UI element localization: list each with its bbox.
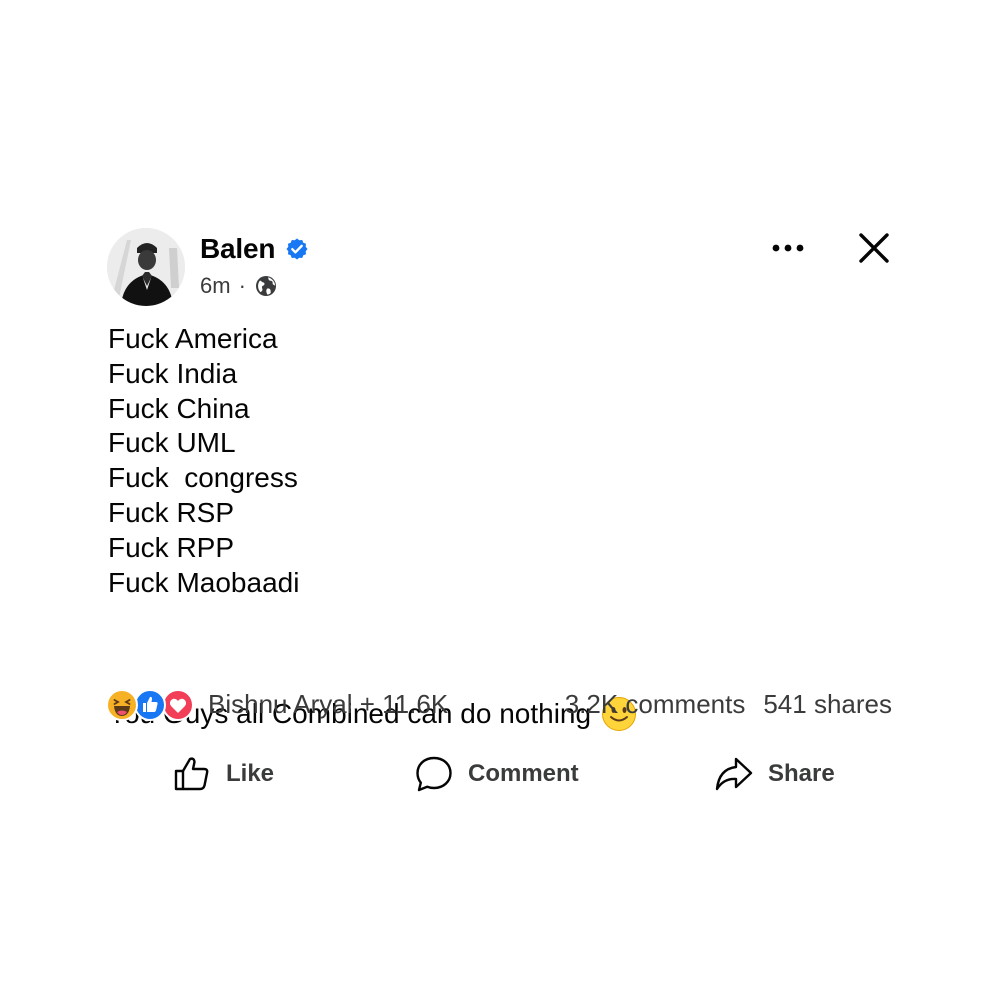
share-button[interactable]: Share (714, 750, 835, 798)
author-avatar[interactable] (107, 228, 185, 306)
engagement-counts: 3.2K comments 541 shares (565, 689, 892, 720)
post-actions: Like Comment Share (0, 750, 1000, 798)
post-line: Fuck Maobaadi (108, 566, 300, 598)
comment-button[interactable]: Comment (414, 750, 579, 798)
reaction-summary[interactable]: Bishnu Aryal + 11.6K (208, 689, 448, 720)
share-icon (714, 754, 754, 794)
verified-badge-icon (285, 237, 309, 261)
comment-icon (414, 754, 454, 794)
meta-separator: · (238, 273, 246, 298)
author-header: Balen (200, 233, 309, 265)
post-line: Fuck America (108, 323, 278, 354)
post-line: Fuck India (108, 357, 238, 389)
avatar-image (107, 228, 185, 306)
post-meta: 6m · (200, 273, 278, 299)
post-line: Fuck RSP (108, 496, 235, 528)
thumbs-up-icon (172, 754, 212, 794)
post-line: Fuck RPP (108, 531, 235, 563)
haha-reaction-icon (106, 689, 138, 721)
comments-count[interactable]: 3.2K comments (565, 689, 746, 720)
author-name[interactable]: Balen (200, 233, 275, 265)
reactions-row: Bishnu Aryal + 11.6K 3.2K comments 541 s… (106, 684, 892, 724)
post-text: Fuck America Fuck India Fuck China Fuck … (108, 322, 908, 600)
globe-icon (254, 274, 278, 298)
like-button[interactable]: Like (172, 750, 274, 798)
like-label: Like (226, 760, 275, 787)
post-line: Fuck UML (108, 427, 236, 459)
more-options-icon[interactable] (770, 236, 806, 260)
close-icon[interactable] (856, 230, 892, 266)
reaction-icons[interactable] (106, 687, 202, 721)
like-reaction-icon (134, 689, 166, 721)
post-timestamp[interactable]: 6m (200, 273, 231, 299)
love-reaction-icon (162, 689, 194, 721)
post-line: Fuck China (108, 392, 250, 424)
comment-label: Comment (468, 760, 579, 787)
post-line: Fuck congress (108, 462, 298, 494)
shares-count[interactable]: 541 shares (763, 689, 892, 720)
share-label: Share (768, 760, 835, 787)
facebook-post: Balen 6m · Fuck America Fuck India Fuck … (0, 0, 1000, 1000)
